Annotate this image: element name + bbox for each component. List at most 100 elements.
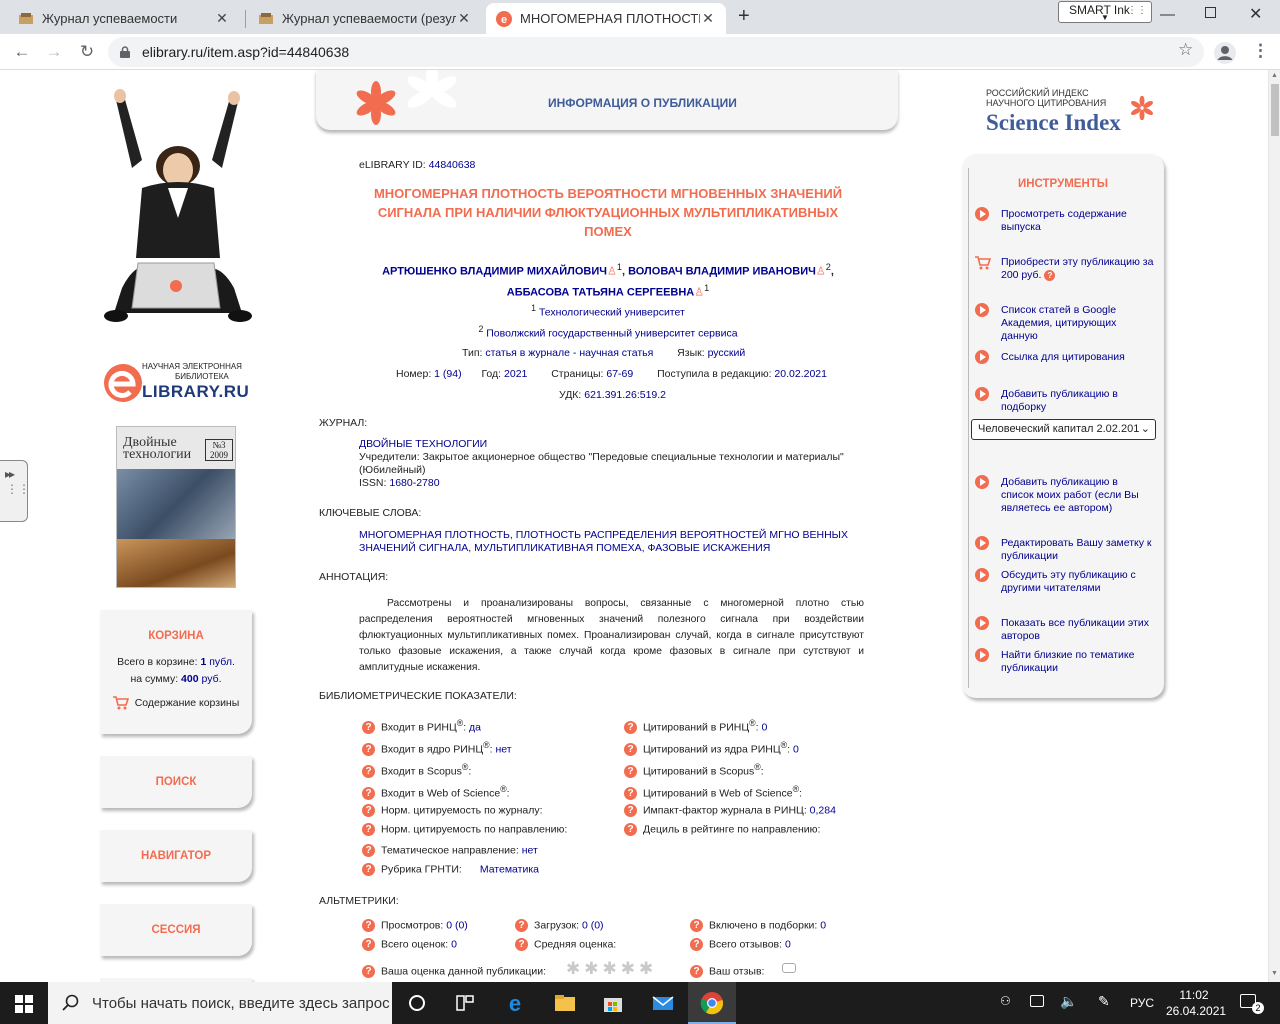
help-icon[interactable]: ? (624, 743, 637, 757)
help-icon[interactable]: ? (690, 938, 703, 951)
help-icon[interactable]: ? (624, 823, 637, 836)
tool-similar[interactable]: Найти близкие по тематике публикации (975, 648, 1134, 675)
comment-icon[interactable] (782, 963, 796, 973)
tool-add-my-works[interactable]: Добавить публикацию в список моих работ (… (975, 475, 1139, 515)
back-icon[interactable]: ← (12, 42, 32, 62)
window-close-icon[interactable]: ✕ (1249, 4, 1262, 24)
basket-total-value: 1 (200, 656, 207, 668)
people-icon[interactable]: ⚇ (1000, 994, 1011, 1008)
side-panel-handle[interactable]: ▸▸ ⋮⋮ (0, 460, 30, 522)
edge-icon[interactable]: e (502, 990, 528, 1016)
help-icon[interactable]: ? (624, 721, 637, 735)
issue-number-link[interactable]: 1 (94) (434, 368, 461, 380)
help-icon[interactable]: ? (362, 765, 375, 779)
chrome-taskbar-button[interactable] (688, 982, 736, 1024)
affiliation-link[interactable]: Технологический университет (539, 307, 685, 319)
tool-citation-link[interactable]: Ссылка для цитирования (975, 350, 1125, 364)
volume-icon[interactable]: 🔈 (1060, 993, 1077, 1010)
help-icon[interactable]: ? (362, 721, 375, 735)
search-button-label: ПОИСК (155, 776, 197, 788)
tab-close-icon[interactable]: ✕ (700, 10, 716, 27)
tab-gradebook-results[interactable]: Журнал успеваемости (результа ✕ (248, 3, 482, 34)
page-header: ИНФОРМАЦИЯ О ПУБЛИКАЦИИ (316, 70, 898, 130)
help-icon[interactable]: ? (515, 938, 528, 951)
help-icon[interactable]: ? (624, 787, 637, 801)
received-value: 20.02.2021 (774, 368, 827, 380)
page-scrollbar[interactable]: ▲ ▼ (1268, 70, 1280, 982)
scroll-down-icon[interactable]: ▼ (1271, 970, 1278, 977)
language-indicator[interactable]: РУС (1130, 996, 1154, 1010)
publication-type: Тип: статья в журнале - научная статья Я… (462, 347, 746, 359)
timeline-icon[interactable] (452, 990, 478, 1016)
collection-select[interactable]: Человеческий капитал 2.02.201 ⌄ (971, 419, 1156, 440)
help-icon[interactable]: ? (362, 823, 375, 836)
journal-cover-image[interactable]: Двойные технологии №3 2009 (116, 426, 236, 588)
reload-icon[interactable]: ↻ (77, 42, 97, 62)
store-icon[interactable] (600, 990, 626, 1016)
help-icon[interactable]: ? (1044, 269, 1056, 281)
smart-ink-label: SMART Ink (1069, 3, 1130, 17)
session-button[interactable]: СЕССИЯ (100, 904, 252, 956)
forward-icon[interactable]: → (44, 42, 64, 62)
search-button[interactable]: ПОИСК (100, 756, 252, 808)
new-tab-icon[interactable]: + (738, 5, 750, 28)
scrollbar-thumb[interactable] (1271, 84, 1279, 136)
taskbar-search[interactable]: Чтобы начать поиск, введите здесь запрос (48, 982, 392, 1024)
keywords-list[interactable]: МНОГОМЕРНАЯ ПЛОТНОСТЬ, ПЛОТНОСТЬ РАСПРЕД… (359, 529, 848, 555)
arrow-right-icon (975, 207, 989, 221)
author-link[interactable]: АРТЮШЕНКО ВЛАДИМИР МИХАЙЛОВИЧ (382, 266, 607, 278)
tool-view-issue[interactable]: Просмотреть содержание выпуска (975, 207, 1127, 234)
tool-buy[interactable]: Приобрести эту публикацию за 200 руб. ? (975, 256, 1153, 282)
tool-add-collection[interactable]: Добавить публикацию в подборку (975, 387, 1118, 414)
tab-gradebook[interactable]: Журнал успеваемости ✕ (8, 3, 240, 34)
address-bar[interactable]: elibrary.ru/item.asp?id=44840638 ☆ (108, 37, 1204, 67)
help-icon[interactable]: ? (362, 743, 375, 757)
pen-icon[interactable]: ✎ (1098, 993, 1110, 1010)
help-icon[interactable]: ? (362, 919, 375, 932)
mail-icon[interactable] (650, 990, 676, 1016)
journal-link[interactable]: ДВОЙНЫЕ ТЕХНОЛОГИИ (359, 438, 869, 451)
profile-icon[interactable] (1214, 42, 1236, 64)
tab-close-icon[interactable]: ✕ (214, 10, 230, 27)
file-explorer-icon[interactable] (552, 990, 578, 1016)
basket-panel: КОРЗИНА Всего в корзине: 1 публ. на сумм… (100, 610, 252, 734)
help-icon[interactable]: ? (624, 765, 637, 779)
help-icon[interactable]: ? (362, 965, 375, 978)
tool-google-scholar[interactable]: Список статей в Google Академия, цитирующ… (975, 303, 1116, 343)
minimize-icon[interactable]: — (1160, 6, 1175, 23)
bookmark-star-icon[interactable]: ☆ (1178, 40, 1193, 60)
science-index-caption: РОССИЙСКИЙ ИНДЕКС НАУЧНОГО ЦИТИРОВАНИЯ (986, 88, 1107, 108)
task-view-icon[interactable] (404, 990, 430, 1016)
help-icon[interactable]: ? (362, 844, 375, 857)
grnti-link[interactable]: Математика (480, 863, 539, 875)
smart-ink-widget[interactable]: SMART Ink ▼ ⋮⋮ (1058, 1, 1152, 23)
help-icon[interactable]: ? (515, 919, 528, 932)
windows-start-icon[interactable] (15, 995, 33, 1013)
author-link[interactable]: АББАСОВА ТАТЬЯНА СЕРГЕЕВНА (507, 286, 694, 298)
scroll-up-icon[interactable]: ▲ (1271, 72, 1278, 79)
help-icon[interactable]: ? (362, 938, 375, 951)
tab-publication[interactable]: e МНОГОМЕРНАЯ ПЛОТНОСТЬ В ✕ (486, 3, 726, 34)
tool-author-publications[interactable]: Показать все публикации этих авторов (975, 616, 1149, 643)
affiliation-link[interactable]: Поволжский государственный университет с… (486, 327, 737, 339)
help-icon[interactable]: ? (690, 965, 703, 978)
help-icon[interactable]: ? (624, 804, 637, 817)
navigator-button[interactable]: НАВИГАТОР (100, 830, 252, 882)
restore-icon[interactable] (1205, 7, 1216, 18)
science-index-logo[interactable]: Science Index (986, 110, 1121, 136)
help-icon[interactable]: ? (362, 863, 375, 876)
basket-contents-link[interactable]: Содержание корзины (100, 696, 252, 710)
help-icon[interactable]: ? (362, 787, 375, 801)
tool-discuss[interactable]: Обсудить эту публикацию с другими читател… (975, 568, 1136, 595)
menu-icon[interactable]: ⋮ (1252, 41, 1269, 61)
network-icon[interactable] (1030, 995, 1044, 1007)
clock[interactable]: 11:02 26.04.2021 (1166, 987, 1226, 1019)
tab-title: Журнал успеваемости (42, 11, 178, 26)
author-link[interactable]: ВОЛОВАЧ ВЛАДИМИР ИВАНОВИЧ (628, 266, 816, 278)
tab-title: Журнал успеваемости (результа (282, 11, 456, 26)
rating-stars[interactable]: ✱✱✱✱✱ (566, 959, 657, 979)
help-icon[interactable]: ? (690, 919, 703, 932)
tab-close-icon[interactable]: ✕ (456, 10, 472, 27)
tool-edit-note[interactable]: Редактировать Вашу заметку к публикации (975, 536, 1152, 563)
help-icon[interactable]: ? (362, 804, 375, 817)
